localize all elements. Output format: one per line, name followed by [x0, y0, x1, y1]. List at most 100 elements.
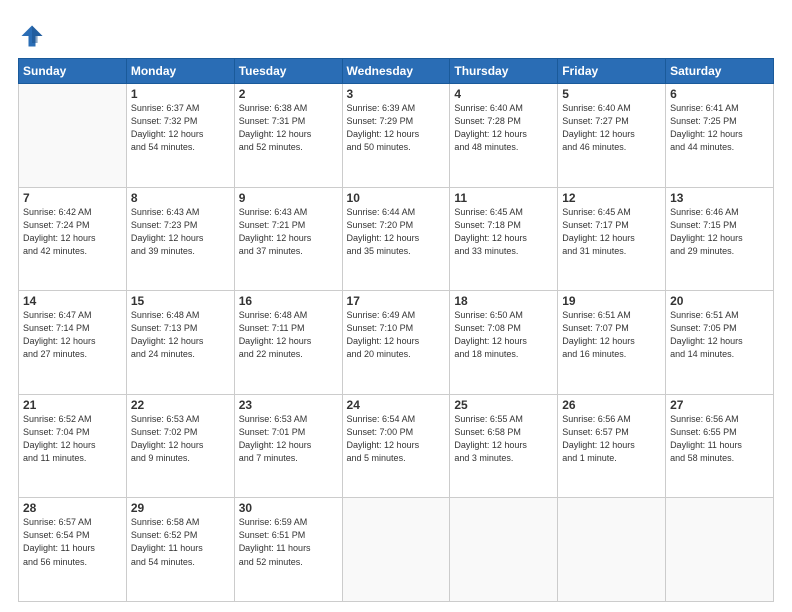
day-number: 2: [239, 87, 338, 101]
day-number: 8: [131, 191, 230, 205]
day-info: Sunrise: 6:57 AM Sunset: 6:54 PM Dayligh…: [23, 516, 122, 568]
day-number: 4: [454, 87, 553, 101]
calendar-cell: 27Sunrise: 6:56 AM Sunset: 6:55 PM Dayli…: [666, 394, 774, 498]
day-info: Sunrise: 6:47 AM Sunset: 7:14 PM Dayligh…: [23, 309, 122, 361]
day-info: Sunrise: 6:42 AM Sunset: 7:24 PM Dayligh…: [23, 206, 122, 258]
calendar-cell: 4Sunrise: 6:40 AM Sunset: 7:28 PM Daylig…: [450, 84, 558, 188]
day-number: 6: [670, 87, 769, 101]
logo-icon: [18, 22, 46, 50]
header: [18, 18, 774, 50]
calendar-header-sunday: Sunday: [19, 59, 127, 84]
day-info: Sunrise: 6:45 AM Sunset: 7:17 PM Dayligh…: [562, 206, 661, 258]
day-number: 29: [131, 501, 230, 515]
calendar-cell: 22Sunrise: 6:53 AM Sunset: 7:02 PM Dayli…: [126, 394, 234, 498]
day-info: Sunrise: 6:37 AM Sunset: 7:32 PM Dayligh…: [131, 102, 230, 154]
calendar-cell: 6Sunrise: 6:41 AM Sunset: 7:25 PM Daylig…: [666, 84, 774, 188]
day-number: 3: [347, 87, 446, 101]
day-number: 21: [23, 398, 122, 412]
calendar-cell: 16Sunrise: 6:48 AM Sunset: 7:11 PM Dayli…: [234, 291, 342, 395]
calendar-week-row: 28Sunrise: 6:57 AM Sunset: 6:54 PM Dayli…: [19, 498, 774, 602]
day-info: Sunrise: 6:56 AM Sunset: 6:55 PM Dayligh…: [670, 413, 769, 465]
day-info: Sunrise: 6:41 AM Sunset: 7:25 PM Dayligh…: [670, 102, 769, 154]
calendar-cell: 14Sunrise: 6:47 AM Sunset: 7:14 PM Dayli…: [19, 291, 127, 395]
calendar-cell: 20Sunrise: 6:51 AM Sunset: 7:05 PM Dayli…: [666, 291, 774, 395]
calendar-cell: 13Sunrise: 6:46 AM Sunset: 7:15 PM Dayli…: [666, 187, 774, 291]
day-number: 11: [454, 191, 553, 205]
calendar-week-row: 1Sunrise: 6:37 AM Sunset: 7:32 PM Daylig…: [19, 84, 774, 188]
day-info: Sunrise: 6:58 AM Sunset: 6:52 PM Dayligh…: [131, 516, 230, 568]
day-info: Sunrise: 6:44 AM Sunset: 7:20 PM Dayligh…: [347, 206, 446, 258]
logo: [18, 22, 48, 50]
calendar-header-monday: Monday: [126, 59, 234, 84]
calendar-cell: 23Sunrise: 6:53 AM Sunset: 7:01 PM Dayli…: [234, 394, 342, 498]
calendar-cell: [450, 498, 558, 602]
day-number: 15: [131, 294, 230, 308]
calendar-week-row: 7Sunrise: 6:42 AM Sunset: 7:24 PM Daylig…: [19, 187, 774, 291]
day-number: 9: [239, 191, 338, 205]
calendar-cell: 9Sunrise: 6:43 AM Sunset: 7:21 PM Daylig…: [234, 187, 342, 291]
day-info: Sunrise: 6:53 AM Sunset: 7:02 PM Dayligh…: [131, 413, 230, 465]
day-number: 26: [562, 398, 661, 412]
day-info: Sunrise: 6:40 AM Sunset: 7:28 PM Dayligh…: [454, 102, 553, 154]
calendar-cell: 5Sunrise: 6:40 AM Sunset: 7:27 PM Daylig…: [558, 84, 666, 188]
calendar-header-friday: Friday: [558, 59, 666, 84]
calendar-cell: 21Sunrise: 6:52 AM Sunset: 7:04 PM Dayli…: [19, 394, 127, 498]
day-number: 16: [239, 294, 338, 308]
calendar-cell: [558, 498, 666, 602]
calendar-cell: 30Sunrise: 6:59 AM Sunset: 6:51 PM Dayli…: [234, 498, 342, 602]
day-info: Sunrise: 6:51 AM Sunset: 7:05 PM Dayligh…: [670, 309, 769, 361]
calendar-cell: 25Sunrise: 6:55 AM Sunset: 6:58 PM Dayli…: [450, 394, 558, 498]
day-info: Sunrise: 6:55 AM Sunset: 6:58 PM Dayligh…: [454, 413, 553, 465]
calendar-week-row: 14Sunrise: 6:47 AM Sunset: 7:14 PM Dayli…: [19, 291, 774, 395]
day-info: Sunrise: 6:52 AM Sunset: 7:04 PM Dayligh…: [23, 413, 122, 465]
day-number: 23: [239, 398, 338, 412]
day-number: 27: [670, 398, 769, 412]
day-info: Sunrise: 6:40 AM Sunset: 7:27 PM Dayligh…: [562, 102, 661, 154]
calendar-cell: [19, 84, 127, 188]
day-info: Sunrise: 6:53 AM Sunset: 7:01 PM Dayligh…: [239, 413, 338, 465]
day-number: 5: [562, 87, 661, 101]
day-info: Sunrise: 6:48 AM Sunset: 7:11 PM Dayligh…: [239, 309, 338, 361]
calendar-cell: 18Sunrise: 6:50 AM Sunset: 7:08 PM Dayli…: [450, 291, 558, 395]
day-number: 13: [670, 191, 769, 205]
day-number: 20: [670, 294, 769, 308]
calendar-cell: 8Sunrise: 6:43 AM Sunset: 7:23 PM Daylig…: [126, 187, 234, 291]
day-number: 1: [131, 87, 230, 101]
calendar-cell: [666, 498, 774, 602]
calendar-header-tuesday: Tuesday: [234, 59, 342, 84]
day-number: 19: [562, 294, 661, 308]
calendar-cell: 15Sunrise: 6:48 AM Sunset: 7:13 PM Dayli…: [126, 291, 234, 395]
calendar-cell: 7Sunrise: 6:42 AM Sunset: 7:24 PM Daylig…: [19, 187, 127, 291]
calendar-cell: 3Sunrise: 6:39 AM Sunset: 7:29 PM Daylig…: [342, 84, 450, 188]
day-number: 7: [23, 191, 122, 205]
day-info: Sunrise: 6:43 AM Sunset: 7:23 PM Dayligh…: [131, 206, 230, 258]
day-info: Sunrise: 6:38 AM Sunset: 7:31 PM Dayligh…: [239, 102, 338, 154]
calendar-cell: 11Sunrise: 6:45 AM Sunset: 7:18 PM Dayli…: [450, 187, 558, 291]
page: SundayMondayTuesdayWednesdayThursdayFrid…: [0, 0, 792, 612]
calendar-cell: 28Sunrise: 6:57 AM Sunset: 6:54 PM Dayli…: [19, 498, 127, 602]
calendar-header-saturday: Saturday: [666, 59, 774, 84]
day-number: 24: [347, 398, 446, 412]
day-number: 25: [454, 398, 553, 412]
day-number: 22: [131, 398, 230, 412]
calendar-cell: 29Sunrise: 6:58 AM Sunset: 6:52 PM Dayli…: [126, 498, 234, 602]
calendar-cell: 24Sunrise: 6:54 AM Sunset: 7:00 PM Dayli…: [342, 394, 450, 498]
calendar-cell: 2Sunrise: 6:38 AM Sunset: 7:31 PM Daylig…: [234, 84, 342, 188]
day-number: 17: [347, 294, 446, 308]
calendar-cell: 17Sunrise: 6:49 AM Sunset: 7:10 PM Dayli…: [342, 291, 450, 395]
day-info: Sunrise: 6:59 AM Sunset: 6:51 PM Dayligh…: [239, 516, 338, 568]
day-number: 12: [562, 191, 661, 205]
day-info: Sunrise: 6:46 AM Sunset: 7:15 PM Dayligh…: [670, 206, 769, 258]
day-info: Sunrise: 6:48 AM Sunset: 7:13 PM Dayligh…: [131, 309, 230, 361]
calendar-header-thursday: Thursday: [450, 59, 558, 84]
calendar-table: SundayMondayTuesdayWednesdayThursdayFrid…: [18, 58, 774, 602]
calendar-header-wednesday: Wednesday: [342, 59, 450, 84]
calendar-cell: 12Sunrise: 6:45 AM Sunset: 7:17 PM Dayli…: [558, 187, 666, 291]
day-number: 14: [23, 294, 122, 308]
day-info: Sunrise: 6:56 AM Sunset: 6:57 PM Dayligh…: [562, 413, 661, 465]
day-number: 18: [454, 294, 553, 308]
day-info: Sunrise: 6:54 AM Sunset: 7:00 PM Dayligh…: [347, 413, 446, 465]
day-number: 28: [23, 501, 122, 515]
calendar-cell: 19Sunrise: 6:51 AM Sunset: 7:07 PM Dayli…: [558, 291, 666, 395]
calendar-week-row: 21Sunrise: 6:52 AM Sunset: 7:04 PM Dayli…: [19, 394, 774, 498]
